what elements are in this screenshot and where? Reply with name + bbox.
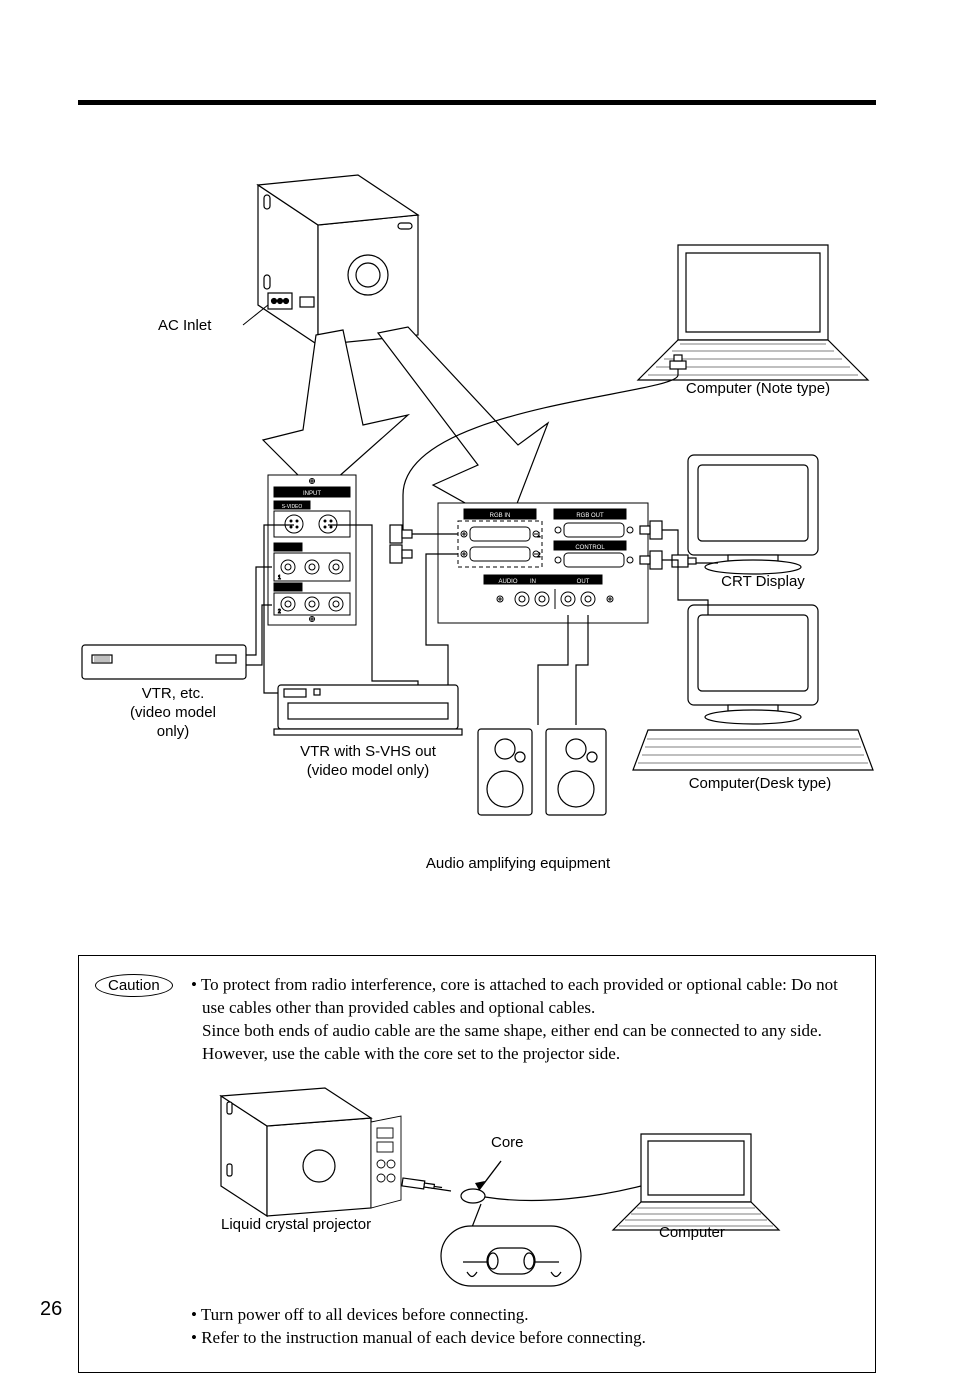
vtr-svhs-note: (video model only) bbox=[307, 762, 430, 779]
caution-p1: • To protect from radio interference, co… bbox=[191, 974, 853, 1020]
computer-note-label: Computer (Note type) bbox=[668, 380, 848, 397]
computer-small-label: Computer bbox=[659, 1224, 725, 1241]
caution-b2: • Refer to the instruction manual of eac… bbox=[191, 1327, 853, 1350]
vtr-svhs-label: VTR with S-VHS out (video model only) bbox=[273, 743, 463, 781]
caution-tail: • Turn power off to all devices before c… bbox=[191, 1304, 853, 1350]
ac-inlet-label: AC Inlet bbox=[158, 317, 211, 334]
out-label: OUT bbox=[577, 579, 590, 585]
caution-b1: • Turn power off to all devices before c… bbox=[191, 1304, 853, 1327]
control-label: CONTROL bbox=[575, 545, 605, 551]
panel-input-label: INPUT bbox=[303, 491, 321, 497]
caution-box: Caution • To protect from radio interfer… bbox=[78, 955, 876, 1373]
audio-label: AUDIO bbox=[498, 579, 517, 585]
caution-text: • To protect from radio interference, co… bbox=[191, 974, 853, 1066]
in-label: IN bbox=[530, 579, 536, 585]
core-label: Core bbox=[491, 1134, 524, 1151]
rgb-out-label: RGB OUT bbox=[576, 513, 604, 519]
caution-sub-diagram: Core Liquid crystal projector Computer bbox=[101, 1076, 853, 1296]
page-content: 1 2 INPUT S-VIDEO 1 2 bbox=[78, 100, 876, 1373]
rgb-in-label: RGB IN bbox=[490, 513, 511, 519]
page-number: 26 bbox=[40, 1298, 62, 1321]
audio-amp-label: Audio amplifying equipment bbox=[388, 855, 648, 872]
vtr-etc-text: VTR, etc. bbox=[142, 685, 205, 702]
computer-desk-label: Computer(Desk type) bbox=[670, 775, 850, 792]
panel-svideo-label: S-VIDEO bbox=[282, 504, 303, 510]
svg-text:1: 1 bbox=[278, 575, 281, 581]
caution-p2: Since both ends of audio cable are the s… bbox=[191, 1020, 853, 1066]
diagram-svg: 1 2 INPUT S-VIDEO 1 2 bbox=[78, 165, 876, 945]
vtr-svhs-text: VTR with S-VHS out bbox=[300, 743, 436, 760]
lcp-label: Liquid crystal projector bbox=[221, 1216, 371, 1233]
caution-badge: Caution bbox=[95, 974, 173, 997]
top-rule bbox=[78, 100, 876, 105]
connection-diagram: 1 2 INPUT S-VIDEO 1 2 bbox=[78, 165, 876, 945]
vtr-etc-label: VTR, etc. (video model only) bbox=[123, 685, 223, 741]
vtr-etc-note: (video model only) bbox=[130, 704, 216, 740]
svg-text:2: 2 bbox=[278, 609, 281, 615]
crt-display-label: CRT Display bbox=[703, 573, 823, 590]
